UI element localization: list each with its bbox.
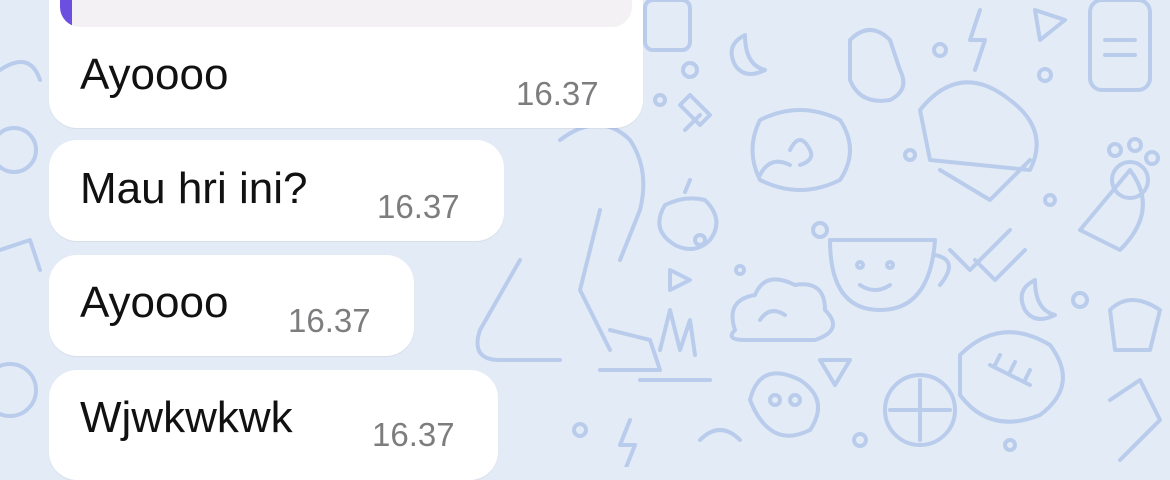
message-text: Mau hri ini? xyxy=(80,164,308,213)
reply-preview[interactable] xyxy=(60,0,632,27)
message-text: Ayoooo xyxy=(80,278,229,327)
message-time: 16.37 xyxy=(516,75,599,112)
message-text: Ayoooo xyxy=(80,50,229,99)
message-time: 16.37 xyxy=(377,188,460,225)
reply-accent-bar xyxy=(60,0,72,27)
message-time: 16.37 xyxy=(372,416,455,453)
message-text: Wjwkwkwk xyxy=(80,393,293,442)
message-time: 16.37 xyxy=(288,302,371,339)
